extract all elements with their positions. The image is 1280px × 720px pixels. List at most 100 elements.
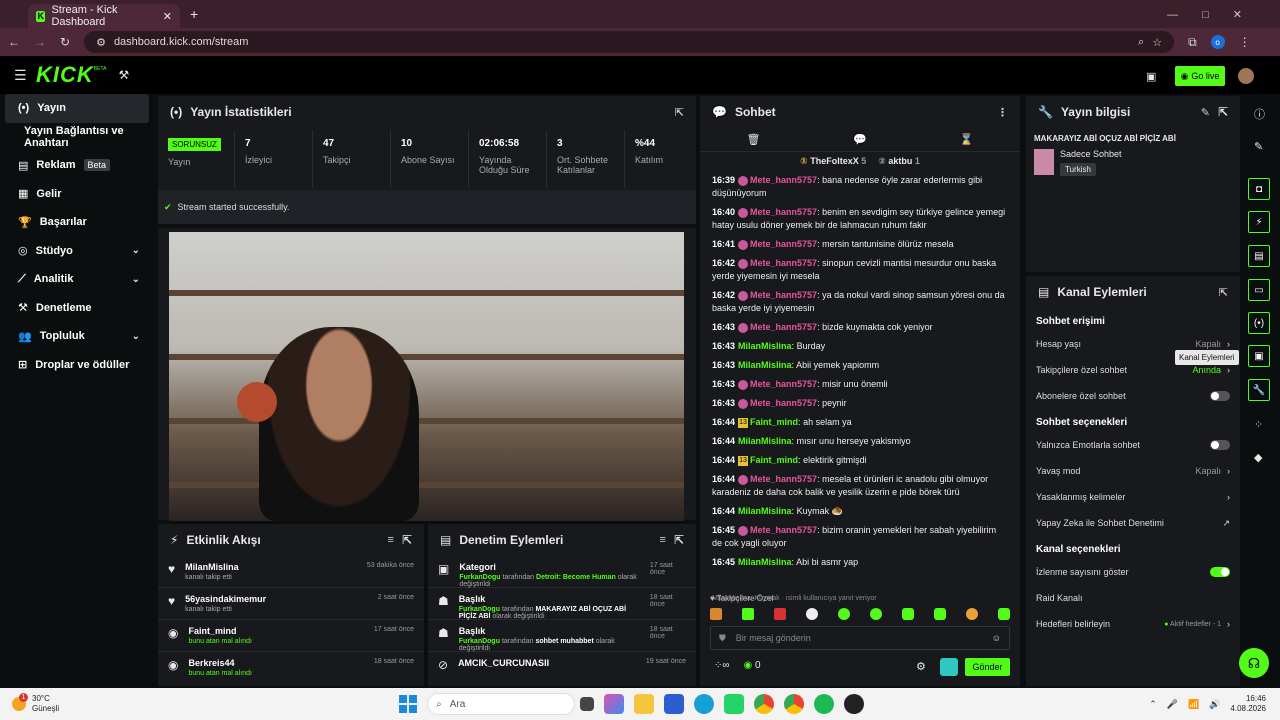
calendar-app-icon[interactable]: [664, 694, 685, 714]
info-icon[interactable]: ⓘ: [1254, 106, 1265, 122]
rail-lightning-icon[interactable]: ⚡: [1248, 211, 1270, 233]
close-tab-icon[interactable]: ✕: [163, 10, 172, 23]
chat-bubble-icon[interactable]: 💬: [853, 133, 867, 146]
rail-tag-icon[interactable]: ◆: [1254, 451, 1262, 464]
popout-icon[interactable]: ⇱: [1218, 105, 1228, 119]
whatsapp-icon[interactable]: [724, 694, 745, 714]
filter-icon[interactable]: ≡: [388, 534, 394, 546]
popout-icon[interactable]: ⇱: [675, 106, 684, 119]
emoji-icon[interactable]: ☺: [992, 633, 1001, 643]
chrome-icon[interactable]: [754, 694, 775, 714]
msg-username[interactable]: Mete_hann5757: [750, 474, 817, 484]
msg-username[interactable]: Mete_hann5757: [750, 379, 817, 389]
chat-settings-icon[interactable]: ⚙: [916, 660, 926, 673]
copilot-icon[interactable]: [604, 694, 625, 714]
menu-icon[interactable]: ⋮: [1239, 35, 1251, 49]
new-tab-icon[interactable]: +: [190, 6, 198, 22]
filter-icon[interactable]: ≡: [660, 534, 666, 546]
spotify-icon[interactable]: [814, 694, 835, 714]
rail-wrench-icon[interactable]: 🔧: [1248, 379, 1270, 401]
sidebar-item-topluluk[interactable]: 👥 Topluluk ⌄: [0, 322, 154, 351]
task-view-icon[interactable]: [580, 697, 595, 711]
rail-channel-icon[interactable]: ▣: [1248, 345, 1270, 367]
window-controls[interactable]: —□✕: [1167, 8, 1266, 21]
rail-chat-icon[interactable]: ▭: [1248, 279, 1270, 301]
extensions-icon[interactable]: ⧉: [1188, 35, 1197, 50]
msg-username[interactable]: MilanMislina: [738, 557, 792, 567]
emote-1-icon[interactable]: [710, 608, 722, 620]
forward-icon[interactable]: →: [34, 35, 46, 49]
kick-logo[interactable]: KICK: [36, 62, 94, 88]
msg-username[interactable]: Mete_hann5757: [750, 525, 817, 535]
subs-chat-toggle[interactable]: [1210, 391, 1230, 401]
msg-username[interactable]: Faint_mind: [750, 455, 798, 465]
taskbar-search[interactable]: ⌕ Ara: [427, 693, 576, 715]
stream-preview-video[interactable]: [169, 232, 684, 521]
sidebar-item-stream-key[interactable]: Yayın Bağlantısı ve Anahtarı: [0, 123, 154, 152]
trash-icon[interactable]: 🗑: [746, 133, 760, 146]
hourglass-icon[interactable]: ⌛: [960, 133, 974, 146]
hamburger-icon[interactable]: ☰: [14, 67, 27, 84]
support-headset-icon[interactable]: ☊: [1239, 648, 1269, 678]
site-info-icon[interactable]: ⚙: [96, 36, 106, 49]
profile-avatar[interactable]: o: [1210, 35, 1225, 49]
popout-icon[interactable]: ⇱: [674, 533, 684, 547]
browser-tab[interactable]: K Stream - Kick Dashboard ✕: [28, 4, 180, 28]
msg-username[interactable]: Mete_hann5757: [750, 175, 817, 185]
send-button[interactable]: Gönder: [965, 658, 1010, 676]
sidebar-item-denetleme[interactable]: ⚒ Denetleme: [0, 294, 154, 323]
msg-username[interactable]: Mete_hann5757: [750, 239, 817, 249]
edge-icon[interactable]: [694, 694, 715, 714]
msg-username[interactable]: Mete_hann5757: [750, 207, 817, 217]
bookmark-icon[interactable]: ☆: [1152, 36, 1162, 49]
sidebar-item-gelir[interactable]: ▦ Gelir: [0, 180, 154, 209]
points-icon[interactable]: ⁘∞: [714, 660, 730, 671]
emote-2-icon[interactable]: [742, 608, 754, 620]
msg-username[interactable]: Faint_mind: [750, 417, 798, 427]
emote-8-icon[interactable]: [934, 608, 946, 620]
preview-icon[interactable]: ▣: [1146, 70, 1156, 83]
emote-only-toggle[interactable]: [1210, 440, 1230, 450]
popout-icon[interactable]: ⇱: [402, 533, 412, 547]
top-gifter-1[interactable]: TheFoltexX: [810, 156, 859, 166]
top-gifter-2[interactable]: aktbu: [888, 156, 912, 166]
msg-username[interactable]: MilanMislina: [738, 436, 792, 446]
chrome-profile-icon[interactable]: [784, 694, 805, 714]
emote-4-icon[interactable]: [806, 608, 818, 620]
edit-icon[interactable]: ✎: [1254, 140, 1263, 153]
raid-row[interactable]: Raid Kanalı: [1026, 585, 1240, 611]
rail-broadcast-icon[interactable]: (•): [1248, 312, 1270, 334]
kick-bot-icon[interactable]: [940, 658, 958, 676]
url-field[interactable]: ⚙ dashboard.kick.com/stream ⌕ ☆: [84, 31, 1175, 53]
emote-9-icon[interactable]: [966, 608, 978, 620]
emote-5-icon[interactable]: [838, 608, 850, 620]
sidebar-item-reklam[interactable]: ▤ Reklam Beta: [0, 151, 154, 180]
rail-document-icon[interactable]: ▤: [1248, 245, 1270, 267]
tools-icon[interactable]: ⚒: [118, 68, 129, 82]
sidebar-item-analitik[interactable]: ⟋ Analitik ⌄: [0, 265, 154, 294]
emote-10-icon[interactable]: [998, 608, 1010, 620]
emote-6-icon[interactable]: [870, 608, 882, 620]
sidebar-item-droplar[interactable]: ⊞ Droplar ve ödüller: [0, 351, 154, 380]
more-options-icon[interactable]: ⋮: [997, 106, 1008, 119]
msg-username[interactable]: MilanMislina: [738, 360, 792, 370]
obs-icon[interactable]: [844, 694, 865, 714]
emote-7-icon[interactable]: [902, 608, 914, 620]
banned-words-row[interactable]: Yasaklanmış kelimeler ›: [1026, 484, 1240, 510]
msg-username[interactable]: Mete_hann5757: [750, 290, 817, 300]
user-avatar[interactable]: [1238, 68, 1254, 84]
file-explorer-icon[interactable]: [634, 694, 655, 714]
sidebar-item-studyo[interactable]: ◎ Stüdyo ⌄: [0, 237, 154, 266]
back-icon[interactable]: ←: [8, 35, 20, 49]
msg-username[interactable]: Mete_hann5757: [750, 322, 817, 332]
zoom-icon[interactable]: ⌕: [1138, 36, 1144, 49]
sidebar-item-basarilar[interactable]: 🏆 Başarılar: [0, 208, 154, 237]
edit-icon[interactable]: ✎: [1201, 106, 1210, 119]
go-live-button[interactable]: ◉ Go live: [1175, 66, 1225, 86]
emote-3-icon[interactable]: [774, 608, 786, 620]
system-tray-icons[interactable]: ⌃🎤📶🔊: [1149, 699, 1230, 710]
ai-mod-row[interactable]: Yapay Zeka ile Sohbet Denetimi ↗: [1026, 510, 1240, 536]
msg-username[interactable]: MilanMislina: [738, 341, 792, 351]
rail-share-icon[interactable]: ⁘: [1254, 418, 1263, 431]
chat-input[interactable]: ⛊ Bir mesaj gönderin ☺: [710, 626, 1010, 650]
